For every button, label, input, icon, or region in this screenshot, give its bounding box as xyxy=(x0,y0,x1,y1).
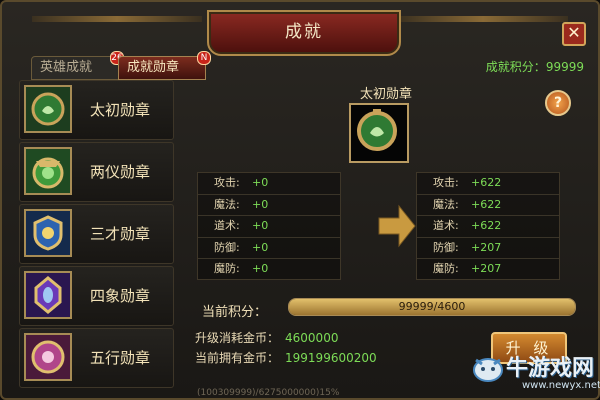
upgrade-cost-label: 升级消耗金币： xyxy=(195,331,280,345)
owned-gold: 当前拥有金币： 199199600200 xyxy=(195,349,377,366)
medal-list: 太初勋章 两仪勋章 三才勋章 四象勋章 五行勋章 xyxy=(19,80,174,390)
cow-logo-icon xyxy=(473,358,503,382)
tab-label: 英雄成就 xyxy=(40,60,93,75)
progress-text: 99999/4600 xyxy=(398,300,466,313)
progress-label: 当前积分： xyxy=(202,305,268,320)
medal-item[interactable]: 太初勋章 xyxy=(19,80,174,140)
upgrade-cost-value: 4600000 xyxy=(285,331,339,345)
medal-item[interactable]: 五行勋章 xyxy=(19,328,174,388)
achievement-score: 成就积分：99999 xyxy=(486,58,584,75)
medal-name: 太初勋章 xyxy=(90,101,151,119)
stat-label: 道术: xyxy=(433,219,459,233)
banner-ornament-left xyxy=(32,16,202,22)
stat-label: 魔防: xyxy=(433,262,459,276)
watermark-url: www.newyx.net xyxy=(522,380,600,391)
medal-name: 四象勋章 xyxy=(90,287,151,305)
owned-gold-label: 当前拥有金币： xyxy=(195,351,280,365)
arrow-right-icon xyxy=(377,204,417,248)
help-icon[interactable]: ? xyxy=(545,90,571,116)
medal-green-icon xyxy=(24,85,72,133)
stat-value: +0 xyxy=(252,240,269,254)
medal-item[interactable]: 三才勋章 xyxy=(19,204,174,264)
stat-row: 道术: +0 xyxy=(198,216,340,238)
stat-value: +622 xyxy=(471,219,502,233)
stat-value: +622 xyxy=(471,176,502,189)
upgrade-cost: 升级消耗金币： 4600000 xyxy=(195,329,338,346)
new-badge: N xyxy=(197,51,211,65)
stat-row: 攻击: +0 xyxy=(198,173,340,195)
stat-label: 攻击: xyxy=(214,176,240,189)
stat-row: 魔防: +0 xyxy=(198,259,340,280)
medal-item[interactable]: 四象勋章 xyxy=(19,266,174,326)
stat-row: 魔法: +622 xyxy=(417,195,559,217)
medal-jade-icon xyxy=(24,147,72,195)
medal-detail-panel: 太初勋章 ? 攻击: +0 魔法: +0 道术: +0 防御: +0 魔防: +0 攻击:… xyxy=(185,80,587,390)
owned-gold-value: 199199600200 xyxy=(285,351,377,365)
medal-item[interactable]: 两仪勋章 xyxy=(19,142,174,202)
tab-hero-achievements[interactable]: 英雄成就 26 xyxy=(31,51,124,80)
tab-achievement-medals[interactable]: 成就勋章 N xyxy=(118,51,211,80)
footer-progress-text: (100309999)/6275000000)15% xyxy=(197,388,340,398)
close-button[interactable]: ✕ xyxy=(562,22,586,46)
banner-ornament-right xyxy=(398,16,568,22)
stat-row: 攻击: +622 xyxy=(417,173,559,195)
stat-value: +622 xyxy=(471,197,502,211)
stat-row: 防御: +207 xyxy=(417,238,559,260)
watermark-name: 牛游戏网 xyxy=(506,356,595,381)
score-value: 99999 xyxy=(545,60,584,74)
site-watermark: 牛游戏网 www.newyx.net xyxy=(470,350,600,396)
stat-label: 防御: xyxy=(214,240,240,254)
score-label: 成就积分： xyxy=(485,60,546,74)
selected-medal-title: 太初勋章 xyxy=(359,87,412,102)
stat-row: 防御: +0 xyxy=(198,238,340,260)
stat-row: 魔防: +207 xyxy=(417,259,559,280)
stat-value: +0 xyxy=(252,262,269,276)
window-title: 成就 xyxy=(207,10,401,56)
current-stats: 攻击: +0 魔法: +0 道术: +0 防御: +0 魔防: +0 xyxy=(197,172,341,280)
medal-pink-icon xyxy=(24,333,72,381)
stat-label: 防御: xyxy=(433,240,459,254)
stat-value: +0 xyxy=(252,176,269,189)
medal-blue-icon xyxy=(24,209,72,257)
stat-row: 道术: +622 xyxy=(417,216,559,238)
achievement-window: 成就 ✕ 英雄成就 26 成就勋章 N 成就积分：99999 太初勋章 两仪勋章… xyxy=(0,0,600,400)
stat-label: 道术: xyxy=(214,219,240,233)
medal-purple-icon xyxy=(24,271,72,319)
stat-label: 魔法: xyxy=(433,197,459,211)
medal-name: 五行勋章 xyxy=(90,349,151,367)
stat-value: +207 xyxy=(471,240,502,254)
tab-label: 成就勋章 xyxy=(127,60,180,75)
score-progress-bar: 99999/4600 xyxy=(288,298,576,316)
stat-label: 魔防: xyxy=(214,262,240,276)
medal-name: 三才勋章 xyxy=(90,225,151,243)
selected-medal-icon xyxy=(349,103,409,163)
stat-row: 魔法: +0 xyxy=(198,195,340,217)
medal-name: 两仪勋章 xyxy=(90,163,151,181)
stat-value: +0 xyxy=(252,219,269,233)
stat-label: 魔法: xyxy=(214,197,240,211)
next-level-stats: 攻击: +622 魔法: +622 道术: +622 防御: +207 魔防: +207 xyxy=(416,172,560,280)
stat-label: 攻击: xyxy=(433,176,459,189)
stat-value: +207 xyxy=(471,262,502,276)
stat-value: +0 xyxy=(252,197,269,211)
